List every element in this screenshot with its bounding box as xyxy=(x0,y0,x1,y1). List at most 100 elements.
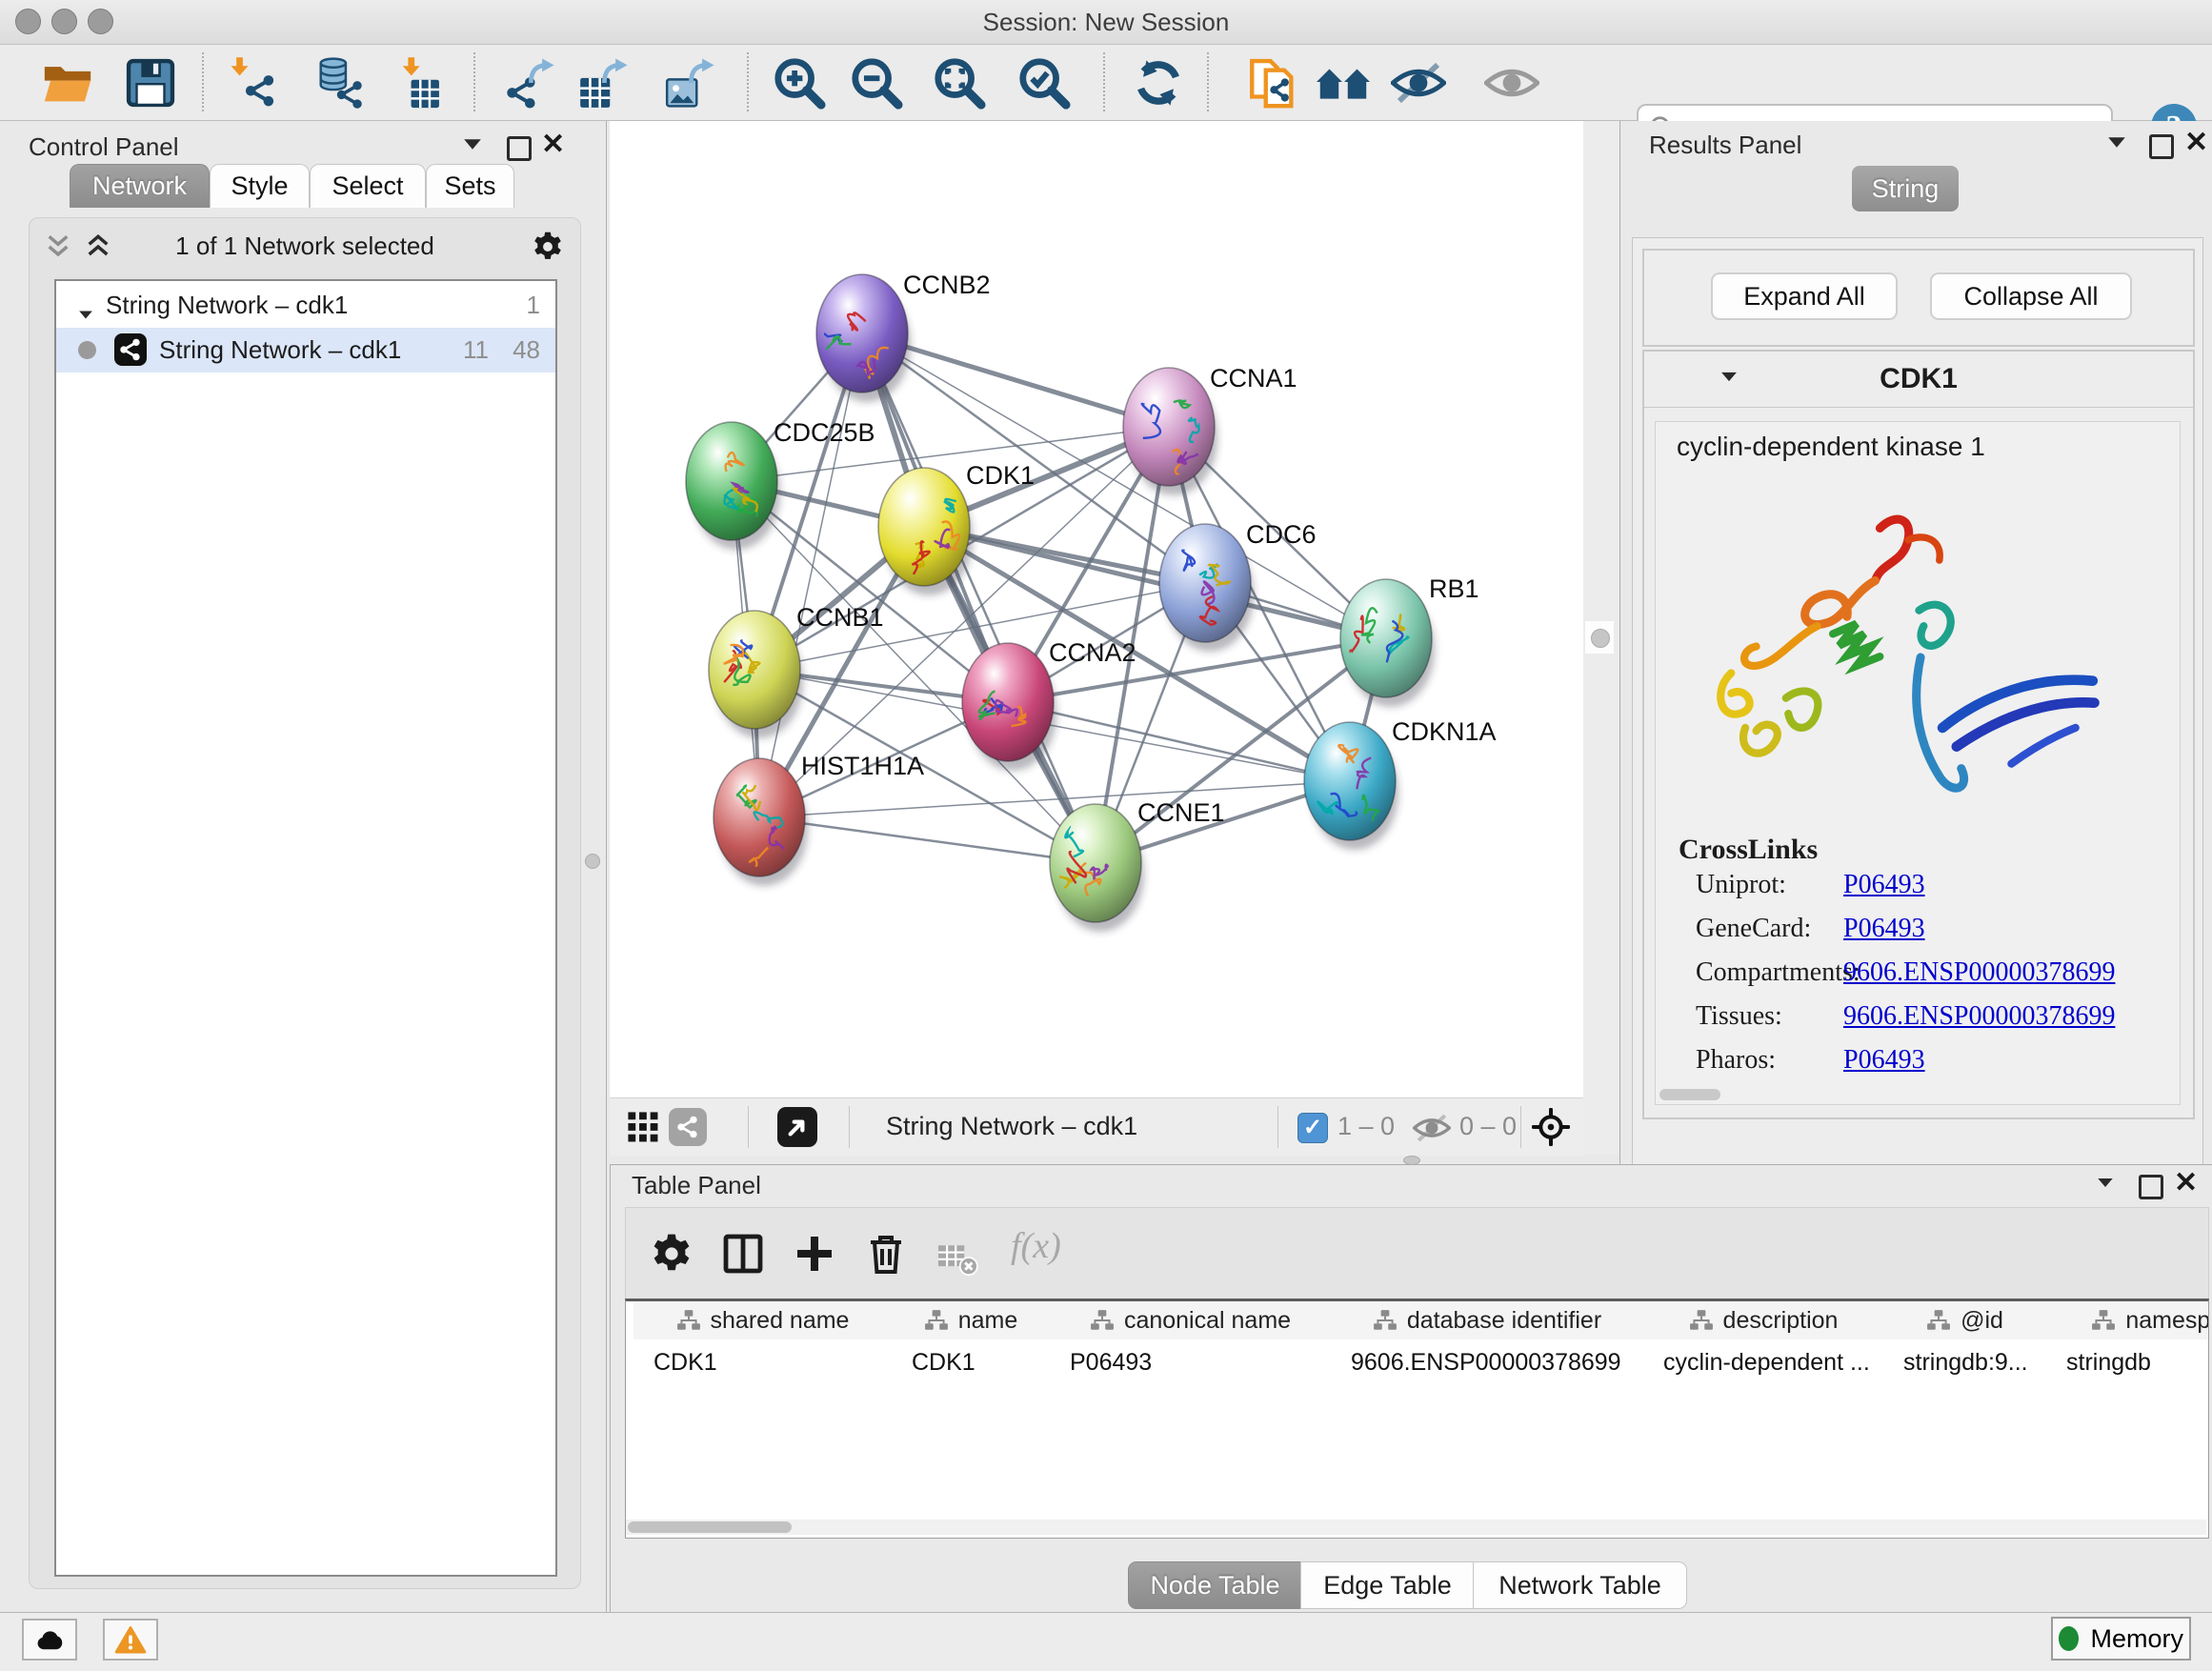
network-row-selected[interactable]: String Network – cdk1 11 48 xyxy=(56,328,555,372)
table-cell[interactable]: CDK1 xyxy=(633,1340,892,1384)
column-header-name[interactable]: name xyxy=(892,1301,1051,1339)
export-table-button[interactable] xyxy=(575,55,631,111)
protein-description: cyclin-dependent kinase 1 xyxy=(1677,432,1985,462)
edge-HIST1H1A-CCNE1[interactable] xyxy=(759,817,1096,863)
network-options-gear-icon[interactable] xyxy=(531,230,565,264)
tab-select[interactable]: Select xyxy=(310,164,426,208)
delete-column-trash-icon[interactable] xyxy=(863,1231,909,1277)
control-panel-close-icon[interactable]: ✕ xyxy=(541,134,565,155)
column-header--id[interactable]: @id xyxy=(1883,1301,2047,1339)
node-CCNB1[interactable]: CCNB1 xyxy=(709,603,884,738)
splitter-handle[interactable] xyxy=(1585,621,1614,654)
tab-string[interactable]: String xyxy=(1852,166,1959,211)
table-cell[interactable]: cyclin-dependent ... xyxy=(1643,1340,1883,1384)
edge-CDK1-RB1[interactable] xyxy=(924,527,1386,638)
column-header-canonical-name[interactable]: canonical name xyxy=(1050,1301,1332,1339)
export-network-button[interactable] xyxy=(502,55,557,111)
network-collection-row[interactable]: String Network – cdk1 1 xyxy=(56,283,555,328)
node-CDK1[interactable]: CDK1 xyxy=(878,461,1035,595)
expand-all-button[interactable]: Expand All xyxy=(1711,272,1898,320)
table-cell[interactable]: stringdb xyxy=(2046,1340,2209,1384)
import-table-button[interactable] xyxy=(391,55,446,111)
import-network-from-file-button[interactable] xyxy=(225,55,280,111)
crosslink-link[interactable]: P06493 xyxy=(1843,1045,1925,1076)
table-panel-float-icon[interactable] xyxy=(2139,1175,2163,1199)
node-HIST1H1A[interactable]: HIST1H1A xyxy=(714,752,924,886)
results-panel-close-icon[interactable]: ✕ xyxy=(2184,132,2208,153)
tab-edge-table[interactable]: Edge Table xyxy=(1300,1561,1475,1609)
table-settings-gear-icon[interactable] xyxy=(649,1231,694,1277)
collection-expand-icon[interactable] xyxy=(75,298,96,328)
results-panel-float-icon[interactable] xyxy=(2149,134,2174,159)
add-column-icon[interactable] xyxy=(792,1231,837,1277)
network-graph[interactable]: CCNB2 CCNA1 CDC25BCDK1 CDC6RB1 CCNB1 CCNA2 CDK… xyxy=(610,121,1583,1097)
network-canvas[interactable]: CCNB2 CCNA1 CDC25BCDK1 CDC6RB1 CCNB1 CCNA2 CDK… xyxy=(610,121,1583,1097)
string-import-button[interactable] xyxy=(1245,55,1300,111)
tab-node-table[interactable]: Node Table xyxy=(1128,1561,1302,1609)
warnings-button[interactable] xyxy=(103,1619,158,1661)
vertical-splitter[interactable] xyxy=(1583,121,1619,1155)
home-button[interactable] xyxy=(1316,55,1371,111)
memory-button[interactable]: Memory xyxy=(2051,1617,2191,1661)
tab-network[interactable]: Network xyxy=(70,164,210,208)
node-CDC25B[interactable]: CDC25B xyxy=(686,418,875,550)
crosslink-link[interactable]: P06493 xyxy=(1843,870,1925,900)
node-CDC6[interactable]: CDC6 xyxy=(1159,520,1317,652)
zoom-fit-button[interactable] xyxy=(932,55,987,111)
tab-network-table[interactable]: Network Table xyxy=(1473,1561,1687,1609)
left-splitter-handle[interactable] xyxy=(585,854,600,869)
network-share-icon[interactable] xyxy=(669,1108,707,1146)
table-panel-menu-icon[interactable] xyxy=(2095,1177,2116,1194)
zoom-in-button[interactable] xyxy=(772,55,827,111)
tab-style[interactable]: Style xyxy=(210,164,310,208)
selection-mode-target-icon[interactable] xyxy=(1532,1108,1570,1146)
selected-checkbox[interactable]: ✓ xyxy=(1297,1113,1328,1143)
refresh-layout-button[interactable] xyxy=(1131,55,1186,111)
node-CCNB2[interactable]: CCNB2 xyxy=(815,271,990,402)
table-hscroll-thumb[interactable] xyxy=(628,1521,792,1533)
table-cell[interactable]: P06493 xyxy=(1050,1340,1331,1384)
crosslink-link[interactable]: 9606.ENSP00000378699 xyxy=(1843,1001,2115,1032)
selected-count: 1 – 0 xyxy=(1337,1112,1395,1141)
open-session-button[interactable] xyxy=(40,55,95,111)
import-network-from-database-button[interactable] xyxy=(311,55,366,111)
node-CDKN1A[interactable]: CDKN1A xyxy=(1304,717,1497,850)
table-hscroll-track[interactable] xyxy=(626,1520,2206,1535)
column-header-description[interactable]: description xyxy=(1643,1301,1884,1339)
edge-CCNA2-CDKN1A[interactable] xyxy=(1008,702,1350,781)
save-session-button[interactable] xyxy=(123,55,178,111)
table-cell[interactable]: stringdb:9... xyxy=(1883,1340,2046,1384)
edge-CCNB2-CCNE1[interactable] xyxy=(862,333,1096,863)
node-RB1[interactable]: RB1 xyxy=(1340,574,1479,707)
results-panel-menu-icon[interactable] xyxy=(2106,136,2127,153)
show-columns-icon[interactable] xyxy=(720,1231,766,1277)
zoom-selected-button[interactable] xyxy=(1016,55,1072,111)
edge-CCNB2-HIST1H1A[interactable] xyxy=(759,333,862,817)
grid-view-icon[interactable] xyxy=(627,1111,659,1143)
tab-sets[interactable]: Sets xyxy=(426,164,514,208)
control-panel-menu-icon[interactable] xyxy=(462,138,483,155)
control-panel-float-icon[interactable] xyxy=(507,136,532,161)
eye-icon xyxy=(1484,55,1539,111)
crosslink-link[interactable]: P06493 xyxy=(1843,914,1925,944)
node-CCNA2[interactable]: CCNA2 xyxy=(962,638,1136,771)
birdseye-view-icon[interactable] xyxy=(777,1107,817,1147)
column-header-namespace[interactable]: namespace xyxy=(2046,1301,2209,1339)
table-cell[interactable]: CDK1 xyxy=(892,1340,1050,1384)
table-panel-close-icon[interactable]: ✕ xyxy=(2174,1173,2198,1194)
column-header-shared-name[interactable]: shared name xyxy=(633,1301,893,1339)
hide-selected-button[interactable] xyxy=(1391,55,1446,111)
cloud-status-button[interactable] xyxy=(22,1619,77,1661)
node-CCNA1[interactable]: CCNA1 xyxy=(1123,364,1297,495)
export-image-button[interactable] xyxy=(662,55,717,111)
crosslink-link[interactable]: 9606.ENSP00000378699 xyxy=(1843,957,2115,988)
show-hidden-button[interactable] xyxy=(1484,55,1539,111)
zoom-out-button[interactable] xyxy=(849,55,904,111)
results-scrollbar[interactable] xyxy=(1659,1089,1720,1100)
column-header-database-identifier[interactable]: database identifier xyxy=(1331,1301,1644,1339)
node-CCNE1[interactable]: CCNE1 xyxy=(1050,798,1225,932)
hidden-eye-icon[interactable] xyxy=(1413,1115,1451,1141)
export-img-icon xyxy=(662,55,717,111)
table-cell[interactable]: 9606.ENSP00000378699 xyxy=(1331,1340,1643,1384)
collapse-all-button[interactable]: Collapse All xyxy=(1930,272,2132,320)
